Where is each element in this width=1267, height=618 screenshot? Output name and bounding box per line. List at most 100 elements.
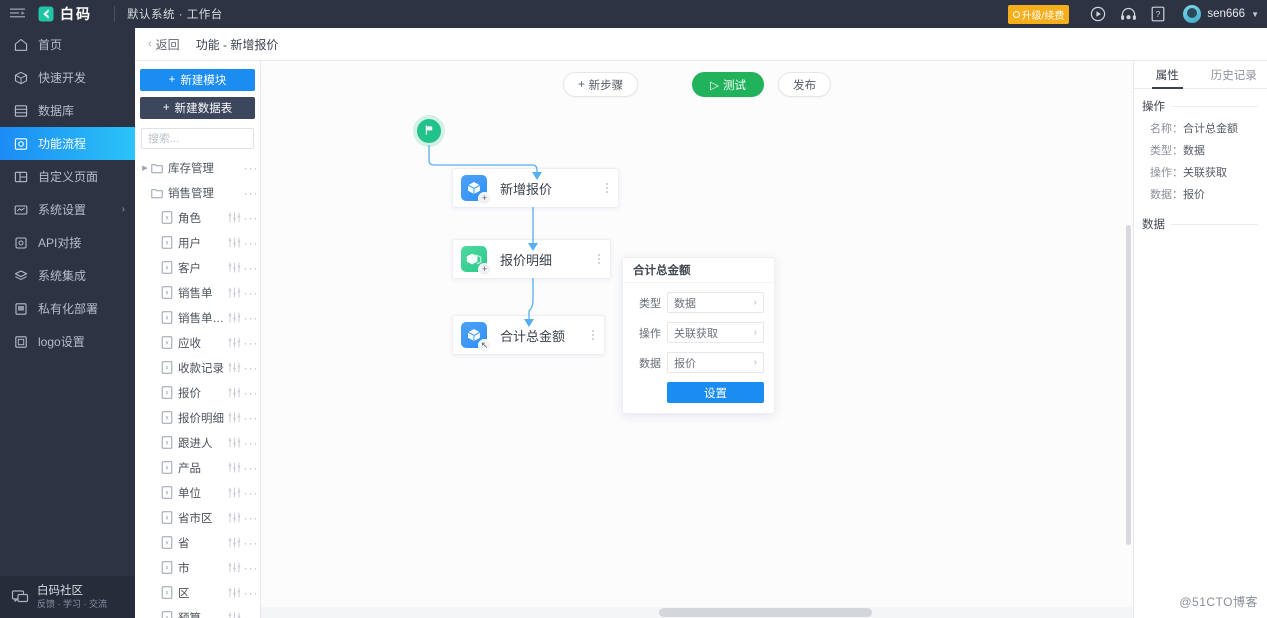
tree-search-box[interactable]: [141, 128, 260, 149]
popup-field-select[interactable]: 报价 ›: [667, 352, 764, 373]
manual-book-icon[interactable]: ?: [1143, 0, 1173, 28]
tree-item-file[interactable]: x 角色 ···: [135, 205, 260, 230]
tree-item-file[interactable]: x 市 ···: [135, 555, 260, 580]
tree-item-folder[interactable]: 销售管理 ···: [135, 180, 260, 205]
more-options-icon[interactable]: ···: [242, 186, 260, 200]
test-button[interactable]: ▷ 测试: [692, 72, 765, 97]
tree-item-file[interactable]: x 报价明细 ···: [135, 405, 260, 430]
sidebar-item-system-settings[interactable]: 系统设置 ›: [0, 193, 135, 226]
tab-history[interactable]: 历史记录: [1201, 61, 1267, 88]
tree-item-folder[interactable]: ▶ 库存管理 ···: [135, 155, 260, 180]
flow-canvas[interactable]: + 新步骤 ▷ 测试 发布 + 新增报价 + 报价明细 ↖ 合计总金额 合计总金…: [261, 61, 1133, 618]
tree-item-file[interactable]: x 用户 ···: [135, 230, 260, 255]
more-options-icon[interactable]: ···: [242, 461, 260, 475]
menu-collapse-icon[interactable]: [0, 0, 34, 28]
sidebar-item-private-deploy[interactable]: 私有化部署: [0, 292, 135, 325]
tree-item-file[interactable]: x 跟进人 ···: [135, 430, 260, 455]
add-step-button[interactable]: + 新步骤: [562, 72, 639, 97]
tree-item-file[interactable]: x 省市区 ···: [135, 505, 260, 530]
field-settings-icon[interactable]: [226, 287, 242, 298]
more-options-icon[interactable]: ···: [242, 386, 260, 400]
more-options-icon[interactable]: ···: [242, 586, 260, 600]
more-options-icon[interactable]: ···: [242, 536, 260, 550]
search-input[interactable]: [142, 132, 260, 145]
tree-item-file[interactable]: x 销售单 ···: [135, 280, 260, 305]
table-file-icon: x: [160, 461, 174, 474]
more-options-icon[interactable]: ···: [242, 486, 260, 500]
tree-item-file[interactable]: x 区 ···: [135, 580, 260, 605]
back-button[interactable]: 返回: [156, 36, 180, 53]
back-chevron-icon[interactable]: ‹: [148, 38, 152, 50]
upgrade-renew-button[interactable]: 升级/续费: [1007, 4, 1070, 24]
tree-item-label: 单位: [178, 487, 201, 500]
field-settings-icon[interactable]: [226, 387, 242, 398]
field-settings-icon[interactable]: [226, 537, 242, 548]
field-settings-icon[interactable]: [226, 487, 242, 498]
play-circle-icon[interactable]: [1083, 0, 1113, 28]
brand-logo[interactable]: 白码: [34, 4, 92, 24]
sidebar-item-home[interactable]: 首页: [0, 28, 135, 61]
more-options-icon[interactable]: ···: [242, 511, 260, 525]
tree-item-file[interactable]: x 报价 ···: [135, 380, 260, 405]
field-settings-icon[interactable]: [226, 212, 242, 223]
new-module-button[interactable]: + 新建模块: [140, 69, 255, 91]
property-data: 数据：报价: [1134, 184, 1267, 206]
more-options-icon[interactable]: ···: [242, 411, 260, 425]
section-divider: [1171, 223, 1258, 225]
popup-body: 类型 数据 › 操作 关联获取 › 数据 报价 › 设置: [623, 283, 774, 413]
more-options-icon[interactable]: ···: [242, 561, 260, 575]
field-settings-icon[interactable]: [226, 262, 242, 273]
field-settings-icon[interactable]: [226, 237, 242, 248]
field-settings-icon[interactable]: [226, 562, 242, 573]
more-options-icon[interactable]: ···: [242, 311, 260, 325]
tree-toggle-icon[interactable]: ▶: [140, 164, 150, 172]
sidebar-item-api[interactable]: API对接: [0, 226, 135, 259]
more-options-icon[interactable]: ···: [242, 611, 260, 618]
sidebar-item-function-flow[interactable]: 功能流程: [0, 127, 135, 160]
tree-item-file[interactable]: x 销售单明细 ···: [135, 305, 260, 330]
tab-properties[interactable]: 属性: [1134, 61, 1201, 89]
popup-settings-button[interactable]: 设置: [667, 382, 764, 403]
tree-item-file[interactable]: x 预算 ···: [135, 605, 260, 618]
field-settings-icon[interactable]: [226, 337, 242, 348]
sidebar-community-link[interactable]: 白码社区 反馈 · 学习 · 交流: [0, 576, 135, 618]
table-file-icon: x: [160, 561, 174, 574]
more-options-icon[interactable]: ···: [242, 236, 260, 250]
more-options-icon[interactable]: ···: [242, 336, 260, 350]
field-settings-icon[interactable]: [226, 462, 242, 473]
sidebar-item-quick-dev[interactable]: 快速开发: [0, 61, 135, 94]
field-settings-icon[interactable]: [226, 362, 242, 373]
field-settings-icon[interactable]: [226, 512, 242, 523]
test-label: 测试: [723, 79, 747, 92]
publish-label: 发布: [793, 79, 817, 92]
popup-field-select[interactable]: 数据 ›: [667, 292, 764, 313]
popup-field-select[interactable]: 关联获取 ›: [667, 322, 764, 343]
tree-item-file[interactable]: x 产品 ···: [135, 455, 260, 480]
field-settings-icon[interactable]: [226, 437, 242, 448]
tree-item-file[interactable]: x 单位 ···: [135, 480, 260, 505]
more-options-icon[interactable]: ···: [242, 286, 260, 300]
tree-item-file[interactable]: x 应收 ···: [135, 330, 260, 355]
tree-item-file[interactable]: x 收款记录 ···: [135, 355, 260, 380]
more-options-icon[interactable]: ···: [242, 161, 260, 175]
field-settings-icon[interactable]: [226, 612, 242, 618]
field-settings-icon[interactable]: [226, 412, 242, 423]
new-table-button[interactable]: + 新建数据表: [140, 97, 255, 119]
sidebar-item-system-integration[interactable]: 系统集成: [0, 259, 135, 292]
tree-item-file[interactable]: x 省 ···: [135, 530, 260, 555]
headset-icon[interactable]: [1113, 0, 1143, 28]
more-options-icon[interactable]: ···: [242, 261, 260, 275]
more-options-icon[interactable]: ···: [242, 436, 260, 450]
publish-button[interactable]: 发布: [778, 72, 832, 97]
tree-item-file[interactable]: x 客户 ···: [135, 255, 260, 280]
sidebar-item-custom-page[interactable]: 自定义页面: [0, 160, 135, 193]
table-file-icon: x: [160, 436, 174, 449]
field-settings-icon[interactable]: [226, 587, 242, 598]
user-menu[interactable]: sen666 ▼: [1183, 5, 1259, 23]
plus-icon: +: [577, 78, 585, 91]
sidebar-item-logo-settings[interactable]: logo设置: [0, 325, 135, 358]
sidebar-item-database[interactable]: 数据库: [0, 94, 135, 127]
more-options-icon[interactable]: ···: [242, 361, 260, 375]
more-options-icon[interactable]: ···: [242, 211, 260, 225]
field-settings-icon[interactable]: [226, 312, 242, 323]
